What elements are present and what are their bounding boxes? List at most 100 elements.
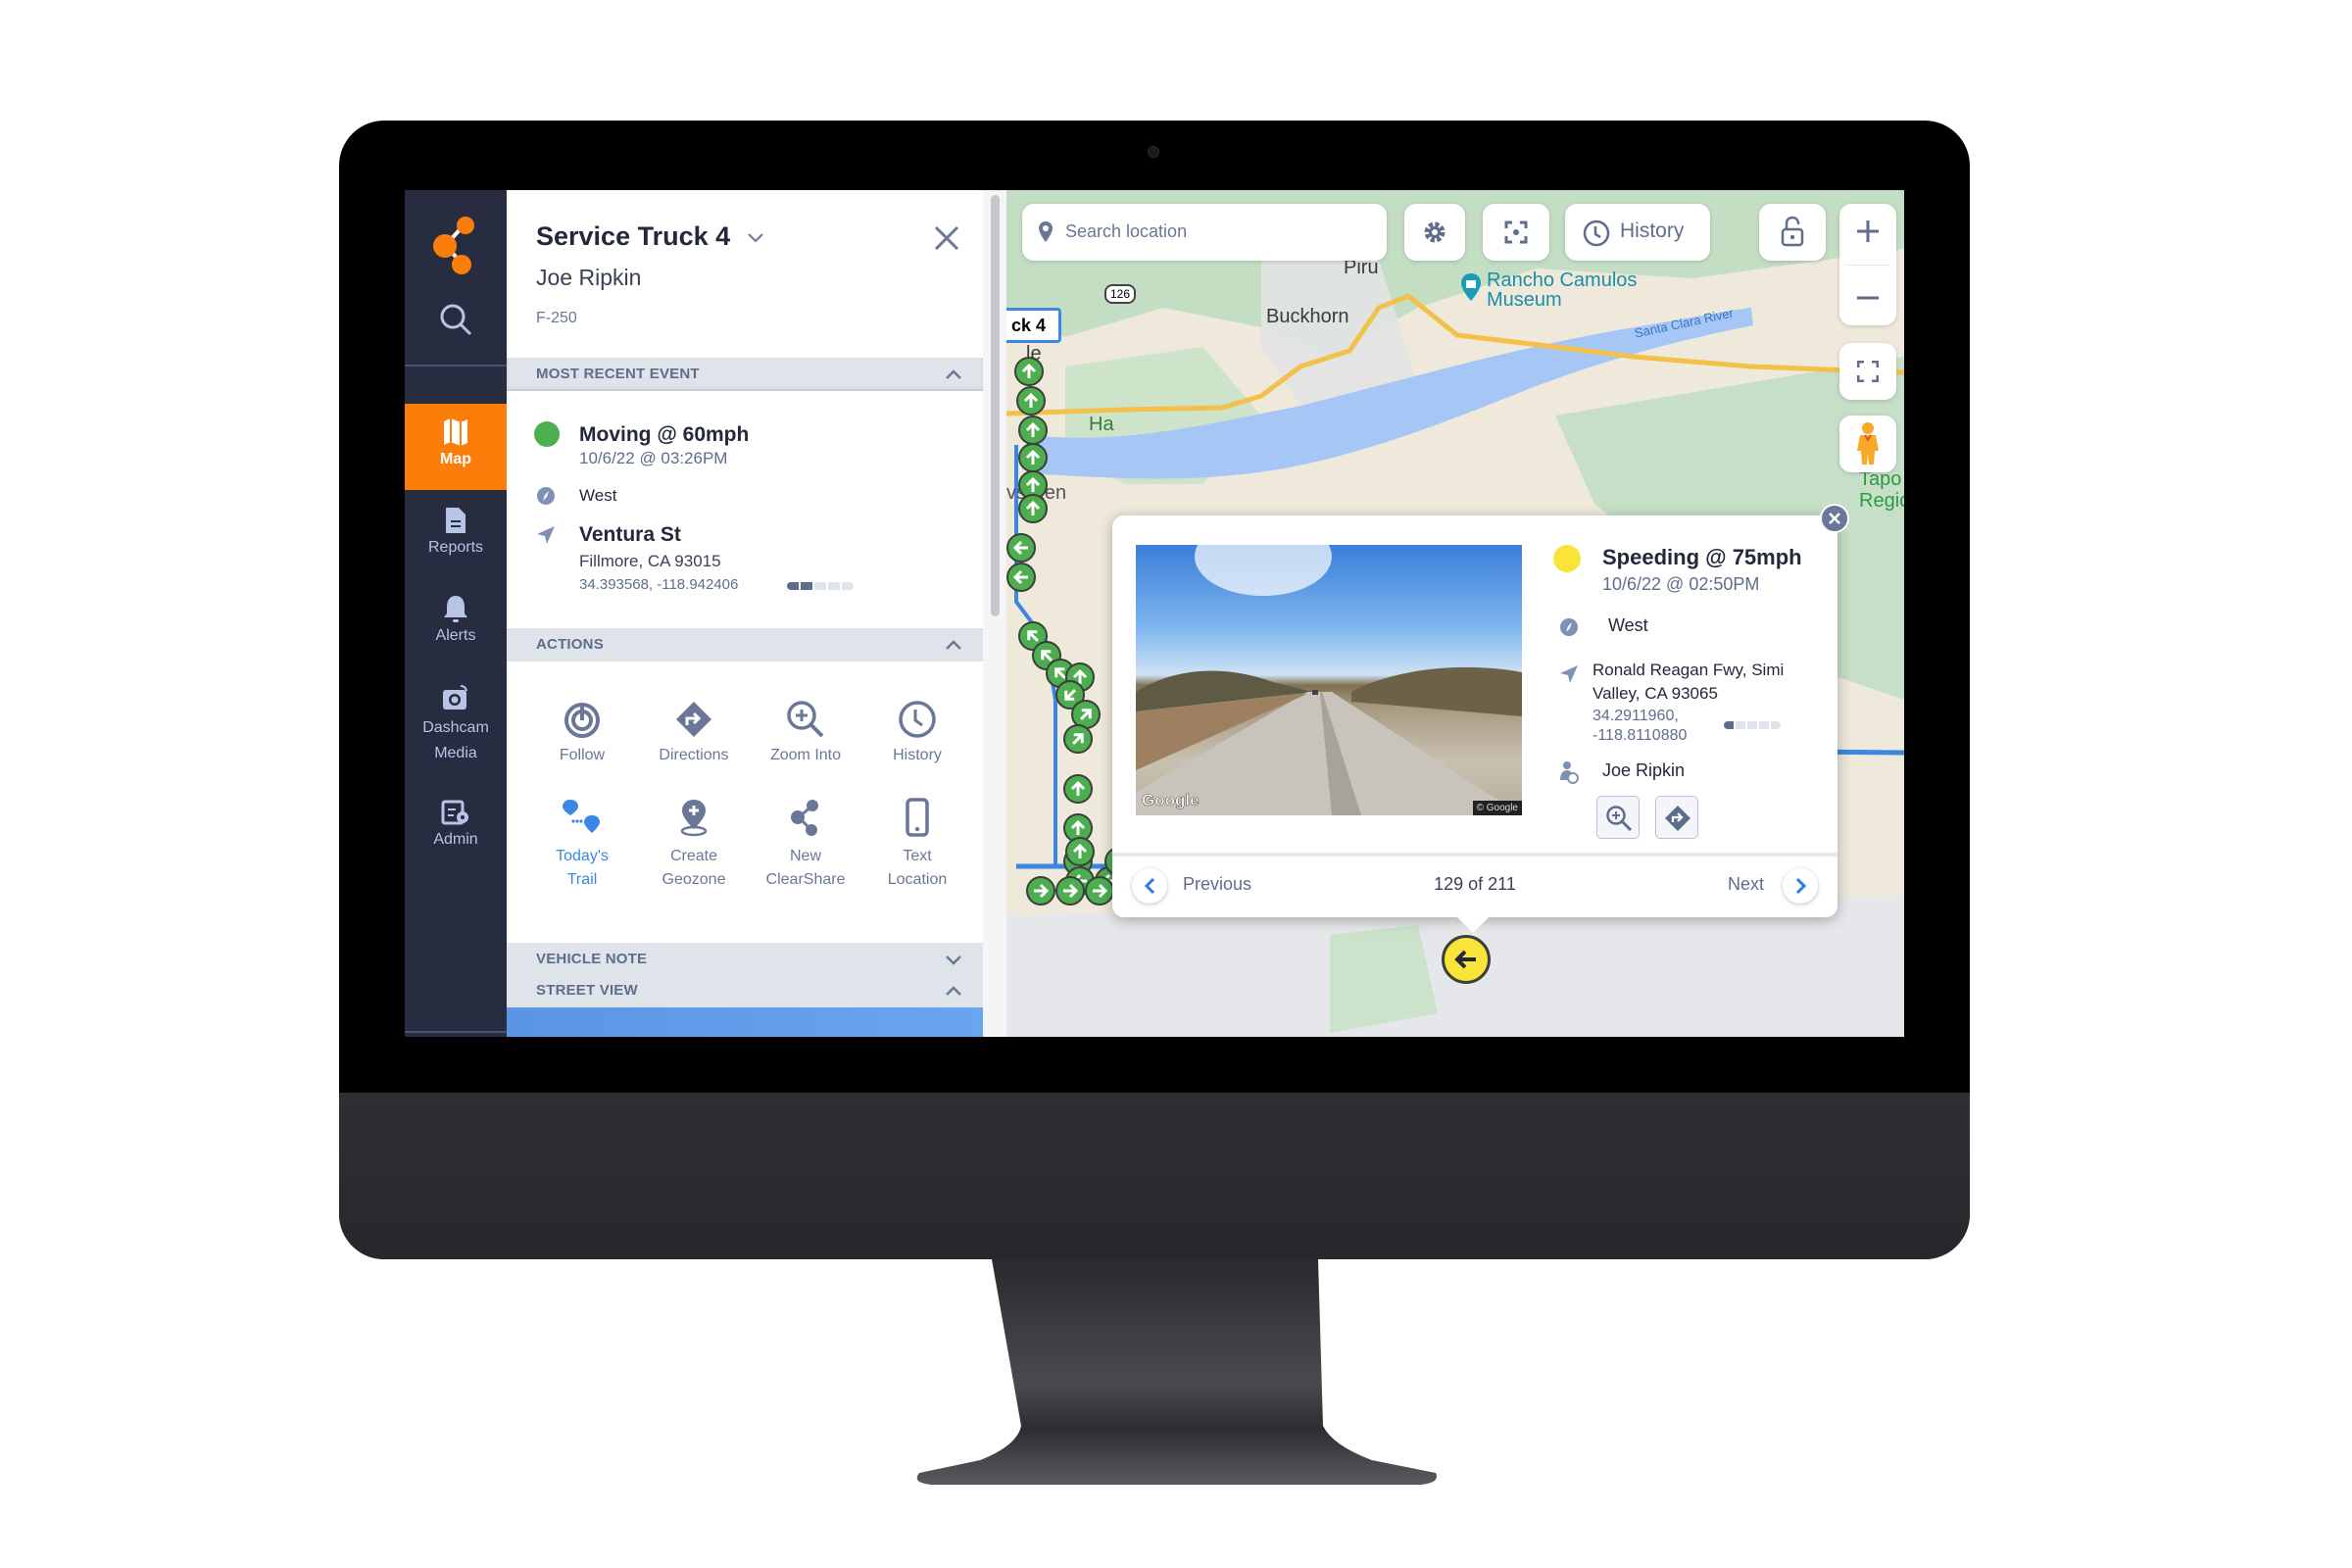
action-label: New	[789, 848, 821, 864]
chevron-up-icon[interactable]	[944, 974, 963, 1007]
follow-target-icon	[564, 703, 600, 738]
trail-marker[interactable]	[1026, 876, 1055, 906]
map-settings-button[interactable]	[1404, 204, 1465, 261]
chevron-down-icon[interactable]	[944, 943, 963, 976]
chevron-right-icon	[1795, 877, 1807, 895]
street-view-pegman-button[interactable]	[1839, 416, 1896, 472]
section-header-street-view[interactable]: STREET VIEW	[507, 974, 983, 1007]
search-icon[interactable]	[438, 302, 473, 337]
map-label-line: Regiona	[1859, 490, 1904, 512]
action-new-clearshare[interactable]: New ClearShare	[752, 798, 859, 892]
street-view-image[interactable]	[507, 1007, 983, 1037]
section-header-actions[interactable]: ACTIONS	[507, 628, 983, 662]
trail-marker[interactable]	[1018, 443, 1048, 472]
action-label: Geozone	[662, 871, 726, 888]
popup-heading: West	[1608, 615, 1648, 635]
sidebar-item-label: Map	[440, 451, 471, 467]
action-zoom-into[interactable]: Zoom Into	[752, 700, 859, 764]
close-icon	[1829, 513, 1840, 524]
section-title: MOST RECENT EVENT	[536, 366, 700, 382]
next-button[interactable]	[1783, 868, 1818, 904]
action-directions[interactable]: Directions	[640, 700, 748, 764]
trail-marker[interactable]	[1018, 416, 1048, 445]
trail-marker[interactable]	[1063, 774, 1093, 804]
fit-to-screen-button[interactable]	[1483, 204, 1549, 261]
sidebar-item-reports[interactable]: Reports	[405, 506, 507, 557]
vehicle-name-text: Service Truck 4	[536, 221, 731, 251]
sidebar-item-alerts[interactable]: Alerts	[405, 594, 507, 645]
section-header-most-recent-event[interactable]: MOST RECENT EVENT	[507, 358, 983, 391]
selected-event-marker[interactable]	[1442, 935, 1491, 984]
history-button[interactable]: History	[1565, 204, 1710, 261]
trail-marker[interactable]	[1065, 837, 1095, 866]
section-header-vehicle-note[interactable]: VEHICLE NOTE	[507, 943, 983, 976]
route-shield-126: 126	[1104, 284, 1136, 304]
next-label[interactable]: Next	[1728, 874, 1764, 895]
event-timestamp: 10/6/22 @ 03:26PM	[579, 449, 728, 467]
chevron-down-icon[interactable]	[746, 231, 765, 245]
camera-dot	[1148, 146, 1159, 158]
trail-marker[interactable]	[1055, 876, 1085, 906]
map-label-line: Museum	[1487, 289, 1562, 311]
scrollbar-thumb[interactable]	[991, 195, 1000, 616]
arrow-icon	[1079, 709, 1092, 721]
arrow-icon	[1063, 883, 1079, 899]
trail-marker[interactable]	[1085, 876, 1114, 906]
action-label: History	[893, 747, 942, 763]
monitor-stand	[916, 1259, 1437, 1485]
sidebar-item-dashcam-media[interactable]: Dashcam Media	[405, 682, 507, 766]
action-todays-trail[interactable]: Today's Trail	[528, 798, 636, 892]
trail-marker[interactable]	[1063, 724, 1093, 754]
sidebar-divider	[405, 1031, 507, 1033]
sidebar-item-label: Admin	[433, 831, 478, 848]
sidebar-item-label: Dashcam	[422, 719, 489, 736]
sidebar-item-admin[interactable]: Admin	[405, 798, 507, 849]
trail-marker[interactable]	[1016, 386, 1046, 416]
trail-marker[interactable]	[1006, 533, 1036, 563]
trail-marker[interactable]	[1018, 494, 1048, 523]
search-location-input[interactable]: Search location	[1022, 204, 1387, 261]
action-label: Today's	[556, 848, 609, 864]
zoom-in-button[interactable]	[1856, 220, 1880, 243]
vehicle-name[interactable]: Service Truck 4	[536, 221, 765, 252]
action-label: Trail	[566, 871, 598, 888]
sidebar-item-label: Media	[434, 745, 477, 761]
map-icon	[444, 418, 467, 446]
zoom-controls	[1839, 204, 1896, 325]
fullscreen-button[interactable]	[1839, 343, 1896, 400]
museum-pin-icon[interactable]	[1460, 272, 1482, 302]
popup-coords-lat: 34.2911960,	[1592, 708, 1679, 724]
sidebar-item-label: Alerts	[435, 627, 476, 644]
action-label: Location	[887, 871, 948, 888]
popup-close-button[interactable]	[1820, 504, 1849, 533]
street-view-scene: Google	[1136, 545, 1522, 815]
popup-zoom-button[interactable]	[1596, 796, 1640, 839]
trail-marker[interactable]	[1014, 357, 1044, 386]
zoom-divider	[1847, 265, 1888, 266]
vehicle-map-tag[interactable]: ck 4	[1006, 308, 1061, 343]
arrow-icon	[1025, 500, 1041, 515]
popup-directions-button[interactable]	[1655, 796, 1698, 839]
close-icon[interactable]	[932, 223, 961, 253]
zoom-in-icon	[787, 701, 824, 738]
action-history[interactable]: History	[863, 700, 971, 764]
location-arrow-icon	[537, 526, 555, 544]
arrow-icon	[1070, 819, 1086, 835]
lock-button[interactable]	[1759, 204, 1826, 261]
popup-driver: Joe Ripkin	[1602, 760, 1686, 780]
geozone-icon	[680, 800, 708, 837]
zoom-out-button[interactable]	[1856, 286, 1880, 310]
action-text-location[interactable]: Text Location	[863, 798, 971, 892]
image-credit: © Google	[1472, 801, 1522, 815]
chevron-up-icon[interactable]	[944, 358, 963, 391]
chevron-up-icon[interactable]	[944, 628, 963, 662]
sidebar-item-map[interactable]: Map	[405, 404, 507, 490]
action-follow[interactable]: Follow	[528, 700, 636, 764]
map-view[interactable]: Piru Buckhorn Rancho Camulos Museum Sant…	[1006, 190, 1904, 1037]
street-view-photo[interactable]: Google © Google	[1136, 545, 1522, 815]
driver-icon	[1560, 761, 1579, 784]
app-logo-icon[interactable]	[432, 216, 481, 276]
action-create-geozone[interactable]: Create Geozone	[640, 798, 748, 892]
trail-marker[interactable]	[1006, 563, 1036, 592]
action-label: Text	[903, 848, 932, 864]
